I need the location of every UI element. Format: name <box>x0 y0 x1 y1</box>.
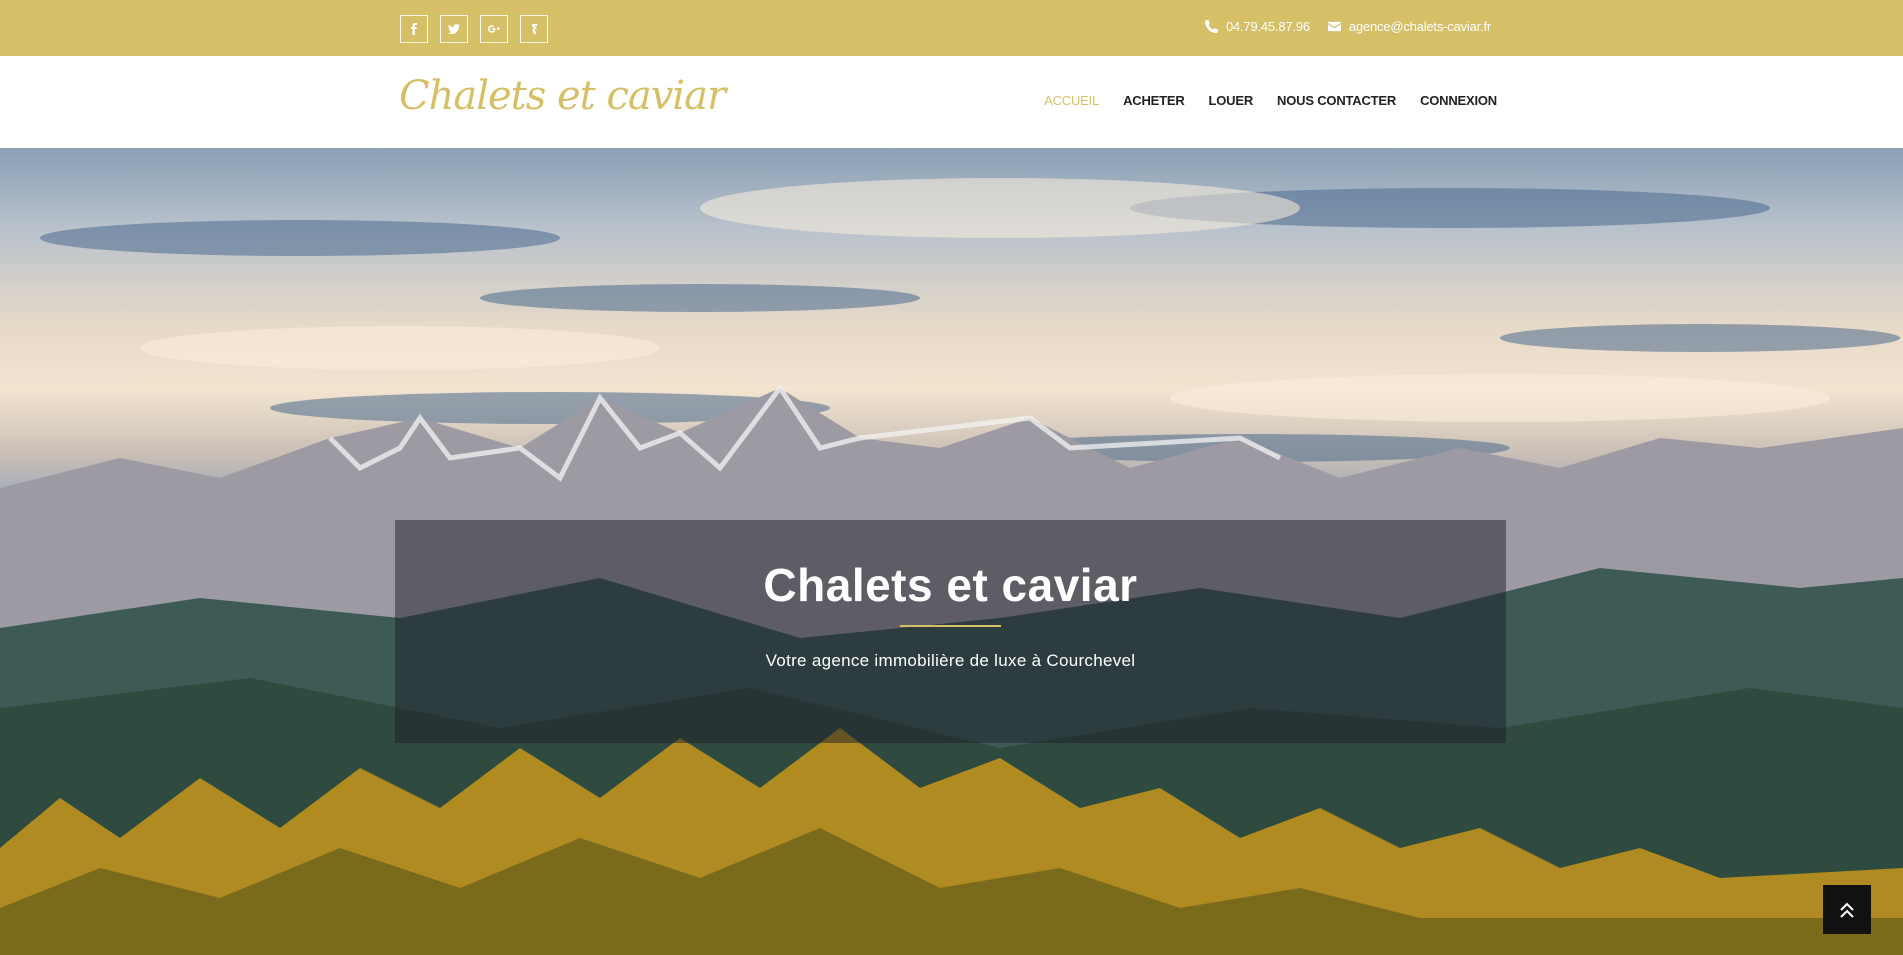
nav-item-louer[interactable]: LOUER <box>1209 93 1254 108</box>
hero-caption-box: Chalets et caviar Votre agence immobiliè… <box>395 520 1506 743</box>
nav-item-nous-contacter[interactable]: NOUS CONTACTER <box>1277 93 1396 108</box>
email-address: agence@chalets-caviar.fr <box>1348 19 1491 34</box>
google-plus-icon <box>488 25 500 33</box>
hero-section: Chalets et caviar Votre agence immobiliè… <box>0 148 1903 955</box>
site-logo[interactable]: Chalets et caviar <box>399 73 726 119</box>
main-menu: ACCUEIL ACHETER LOUER NOUS CONTACTER CON… <box>1044 93 1497 108</box>
email-contact[interactable]: agence@chalets-caviar.fr <box>1327 19 1491 34</box>
contact-info: 04.79.45.87.96 agence@chalets-caviar.fr <box>1204 19 1491 34</box>
nav-item-connexion[interactable]: CONNEXION <box>1420 93 1497 108</box>
hero-title: Chalets et caviar <box>763 559 1138 611</box>
twitter-button[interactable] <box>440 15 468 43</box>
double-chevron-up-icon <box>1840 902 1854 918</box>
facebook-icon <box>411 23 417 35</box>
hero-divider <box>900 625 1001 627</box>
facebook-button[interactable] <box>400 15 428 43</box>
nav-item-acheter[interactable]: ACHETER <box>1123 93 1185 108</box>
tripadvisor-button[interactable] <box>520 15 548 43</box>
phone-icon <box>1204 20 1218 33</box>
tripadvisor-icon <box>532 24 537 34</box>
back-to-top-button[interactable] <box>1823 885 1871 934</box>
hero-subtitle: Votre agence immobilière de luxe à Courc… <box>765 651 1136 670</box>
top-bar: 04.79.45.87.96 agence@chalets-caviar.fr <box>0 0 1903 56</box>
phone-number: 04.79.45.87.96 <box>1225 19 1310 34</box>
envelope-icon <box>1327 21 1341 32</box>
phone-contact[interactable]: 04.79.45.87.96 <box>1204 19 1310 34</box>
nav-item-accueil[interactable]: ACCUEIL <box>1044 93 1099 108</box>
social-links <box>400 15 548 43</box>
main-navbar: Chalets et caviar ACCUEIL ACHETER LOUER … <box>0 56 1903 148</box>
twitter-icon <box>448 24 460 34</box>
google-plus-button[interactable] <box>480 15 508 43</box>
